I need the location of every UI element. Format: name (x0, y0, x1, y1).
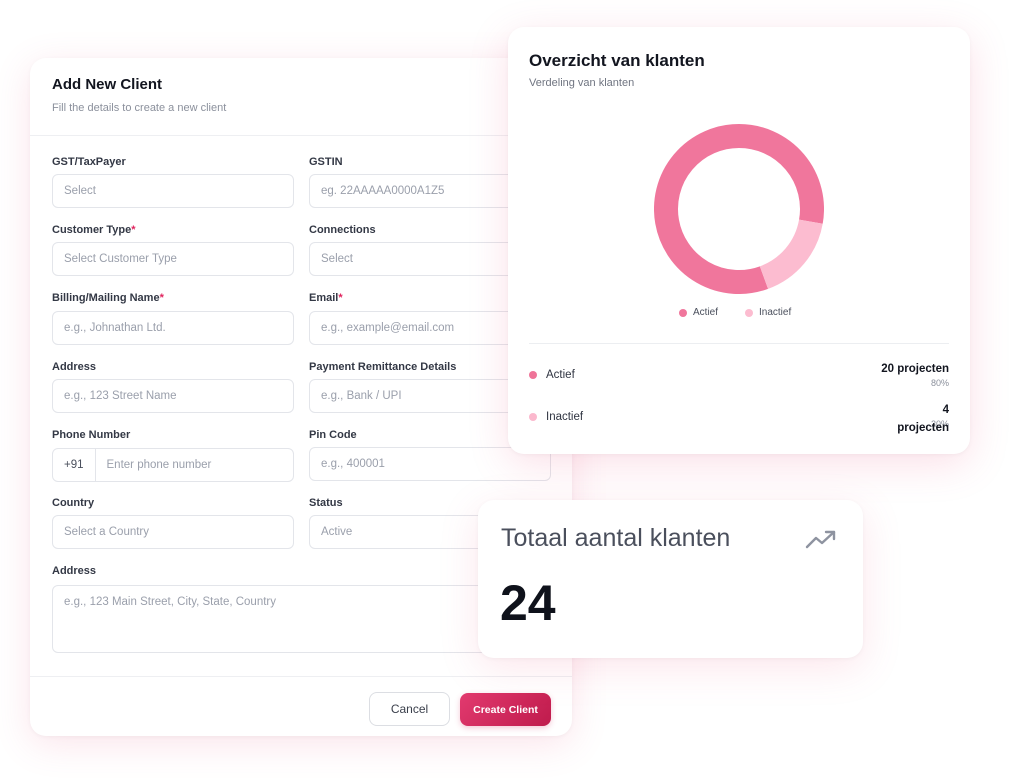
total-title: Totaal aantal klanten (501, 524, 731, 552)
required-marker: * (338, 292, 343, 304)
required-marker: * (159, 292, 164, 304)
customer-type-label-text: Customer Type (52, 224, 132, 236)
full-address-textarea[interactable]: e.g., 123 Main Street, City, State, Coun… (52, 585, 551, 653)
full-address-label: Address (52, 565, 97, 577)
donut-chart (654, 124, 824, 294)
total-clients-card: Totaal aantal klanten 24 (478, 500, 863, 658)
pin-label: Pin Code (309, 429, 357, 441)
legend-label: Actief (693, 307, 719, 318)
gstin-label: GSTIN (309, 156, 343, 168)
form-subtitle: Fill the details to create a new client (52, 102, 227, 114)
phone-label: Phone Number (52, 429, 131, 441)
breakdown-row-inactief: Inactief (529, 411, 583, 423)
trending-up-icon (805, 530, 836, 549)
customer-type-label: Customer Type* (52, 224, 136, 236)
legend-item-inactief: Inactief (745, 307, 791, 318)
gst-label: GST/TaxPayer (52, 156, 126, 168)
address-input[interactable]: e.g., 123 Street Name (52, 379, 294, 413)
legend-dot (679, 308, 687, 317)
address-label: Address (52, 361, 97, 373)
status-dot (529, 371, 537, 379)
client-overview-card: Overzicht van klanten Verdeling van klan… (508, 27, 970, 454)
breakdown-count-line2: projecten (897, 422, 949, 434)
form-footer: Cancel Create Client (30, 676, 572, 736)
status-dot (529, 413, 537, 421)
status-label: Status (309, 497, 343, 509)
legend-dot (745, 308, 753, 317)
overview-title: Overzicht van klanten (529, 51, 705, 70)
pin-input[interactable]: e.g., 400001 (309, 447, 551, 481)
breakdown-row-actief: Actief (529, 369, 575, 381)
breakdown-label: Actief (546, 369, 575, 381)
breakdown-count: 20 projecten (881, 363, 949, 375)
breakdown-label: Inactief (546, 411, 584, 423)
billing-name-label: Billing/Mailing Name* (52, 292, 164, 304)
email-label: Email* (309, 292, 343, 304)
connections-label: Connections (309, 224, 376, 236)
customer-type-select[interactable]: Select Customer Type (52, 242, 294, 276)
divider (529, 343, 949, 344)
country-label: Country (52, 497, 95, 509)
email-label-text: Email (309, 292, 339, 304)
payment-label: Payment Remittance Details (309, 361, 457, 373)
cancel-button[interactable]: Cancel (369, 692, 450, 726)
phone-placeholder: Enter phone number (106, 459, 212, 471)
legend-label: Inactief (759, 307, 792, 318)
billing-name-label-text: Billing/Mailing Name (52, 292, 160, 304)
country-select[interactable]: Select a Country (52, 515, 294, 549)
phone-input[interactable]: +91 Enter phone number (52, 448, 294, 482)
create-client-button[interactable]: Create Client (460, 693, 551, 726)
donut-slice-inactief (759, 219, 823, 289)
total-value: 24 (500, 575, 556, 631)
breakdown-count-line1: 4 (942, 404, 949, 416)
billing-name-input[interactable]: e.g., Johnathan Ltd. (52, 311, 294, 345)
overview-subtitle: Verdeling van klanten (529, 77, 635, 89)
breakdown-percent: 80% (930, 378, 949, 388)
form-title: Add New Client (52, 76, 163, 93)
country-code-prefix[interactable]: +91 (64, 449, 96, 481)
required-marker: * (131, 224, 136, 236)
form-header: Add New Client Fill the details to creat… (30, 58, 572, 136)
gst-select[interactable]: Select (52, 174, 294, 208)
legend-item-actief: Actief (679, 307, 718, 318)
